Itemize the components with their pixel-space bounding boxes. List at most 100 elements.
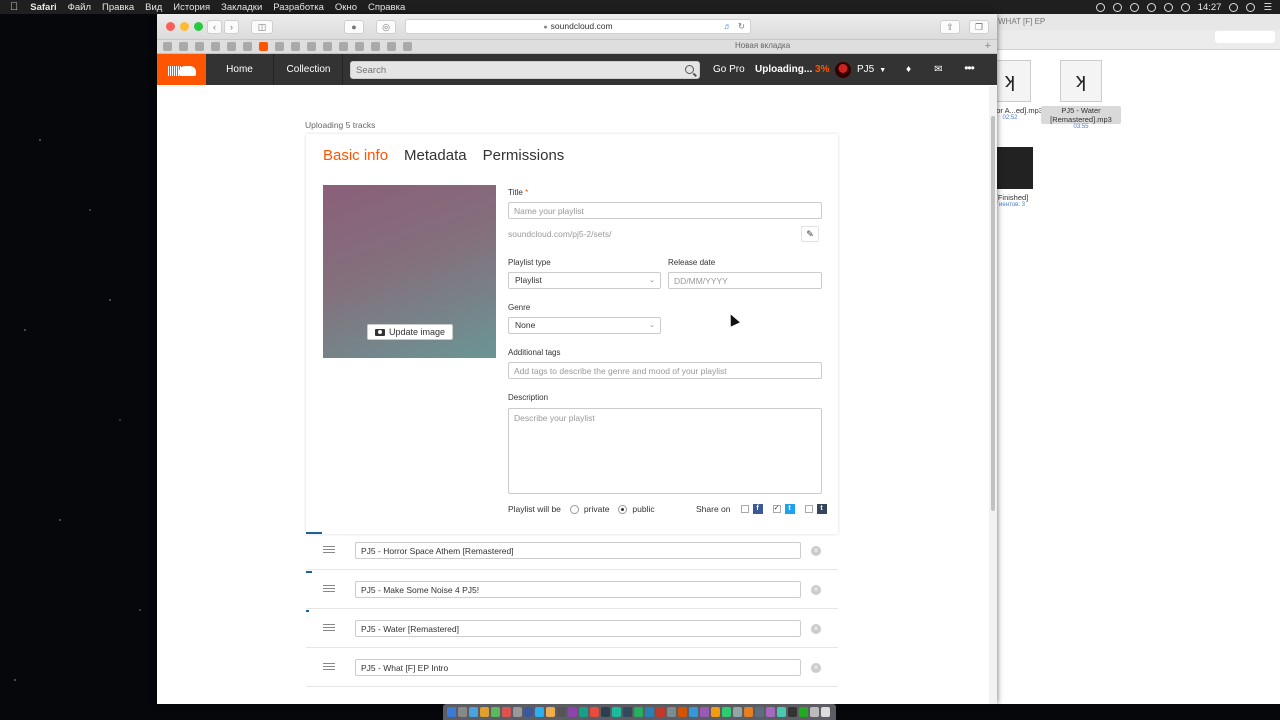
track-title-input[interactable] [355,581,801,598]
go-pro-link[interactable]: Go Pro [713,54,745,85]
menu-clock[interactable]: 14:27 [1198,2,1222,13]
flag-icon[interactable] [1163,2,1173,12]
share-facebook-checkbox[interactable] [740,505,749,513]
edit-permalink-pencil-icon[interactable]: ✎ [801,226,819,242]
private-radio[interactable] [569,504,579,514]
dock-app-icon[interactable] [656,707,665,717]
notification-center-icon[interactable]: ☰ [1263,2,1272,13]
favorite-b-icon[interactable] [355,42,364,51]
dock-trash-icon[interactable] [821,707,830,717]
dock-app-icon[interactable] [546,707,555,717]
remove-track-icon[interactable]: × [811,624,821,634]
favorite-twitter-icon[interactable] [195,42,204,51]
forward-button[interactable]: › [224,20,239,34]
remove-track-icon[interactable]: × [811,585,821,595]
dock-launchpad-icon[interactable] [458,707,467,717]
public-radio[interactable] [618,504,628,514]
favorite-facebook-icon[interactable] [227,42,236,51]
drag-handle-icon[interactable] [323,585,335,592]
record-icon[interactable] [1095,2,1105,12]
tabs-overview-button[interactable]: ❐ [969,20,989,34]
dock-app-icon[interactable] [634,707,643,717]
nav-home[interactable]: Home [206,54,274,85]
finder-file-item[interactable]: ʞ PJ5 - Water [Remastered].mp3 03:55 [1041,60,1121,130]
track-title-input[interactable] [355,542,801,559]
public-radio-label[interactable]: public [632,504,654,514]
dock-app-icon[interactable] [700,707,709,717]
favorite-g-icon[interactable] [307,42,316,51]
track-title-input[interactable] [355,620,801,637]
dock-app-icon[interactable] [612,707,621,717]
favorite-instagram-icon[interactable] [211,42,220,51]
favorite-vk-icon[interactable] [163,42,172,51]
upload-status[interactable]: Uploading... 3% [755,54,829,85]
new-tab-plus-icon[interactable]: + [985,40,991,52]
dock-app-icon[interactable] [502,707,511,717]
reload-icon[interactable]: ↻ [738,20,745,33]
scrollbar-thumb[interactable] [991,116,995,511]
close-window-icon[interactable] [166,22,175,31]
description-textarea[interactable] [508,408,822,494]
dock-safari-icon[interactable] [469,707,478,717]
menu-edit[interactable]: Правка [102,2,134,13]
dock-app-icon[interactable] [513,707,522,717]
update-image-button[interactable]: Update image [367,324,453,340]
favorite-l-icon[interactable] [339,42,348,51]
menu-history[interactable]: История [173,2,210,13]
nav-collection[interactable]: Collection [275,54,343,85]
page-scrollbar[interactable] [989,86,997,704]
dock-app-icon[interactable] [766,707,775,717]
dock-app-icon[interactable] [568,707,577,717]
dock-app-icon[interactable] [711,707,720,717]
menu-file[interactable]: Файл [68,2,91,13]
menu-view[interactable]: Вид [145,2,162,13]
dock-app-icon[interactable] [744,707,753,717]
dock-app-icon[interactable] [579,707,588,717]
dock-app-icon[interactable] [777,707,786,717]
dock-app-icon[interactable] [645,707,654,717]
favorite-s-icon[interactable] [371,42,380,51]
audio-playing-icon[interactable]: ♬ [724,20,733,33]
favorite-vk-icon[interactable] [179,42,188,51]
dock-app-icon[interactable] [755,707,764,717]
adblock-extension-button[interactable]: ◎ [376,20,396,34]
remove-track-icon[interactable]: × [811,663,821,673]
dock-app-icon[interactable] [557,707,566,717]
share-twitter-checkbox[interactable]: ✓ [772,505,781,513]
drag-handle-icon[interactable] [323,624,335,631]
playlist-type-select[interactable]: Playlist ⌄ [508,272,661,289]
dock-app-icon[interactable] [667,707,676,717]
zoom-window-icon[interactable] [194,22,203,31]
tab-basic-info[interactable]: Basic info [323,147,388,164]
search-input[interactable] [351,62,671,78]
track-title-input[interactable] [355,659,801,676]
favorite-vk-icon[interactable] [323,42,332,51]
extension-mic-button[interactable]: ● [344,20,364,34]
finder-search-field[interactable] [1215,31,1275,43]
dock-downloads-icon[interactable] [810,707,819,717]
favorite-b-icon[interactable] [275,42,284,51]
dock-app-icon[interactable] [491,707,500,717]
tab-new-tab[interactable]: Новая вкладка [735,41,790,50]
favorite-soundcloud-icon[interactable] [259,42,268,51]
dock-app-icon[interactable] [788,707,797,717]
siri-icon[interactable] [1229,2,1239,12]
dock-app-icon[interactable] [623,707,632,717]
address-bar[interactable]: ● soundcloud.com ♬ ↻ [405,19,751,34]
dock-app-icon[interactable] [689,707,698,717]
dock-finder-icon[interactable] [447,707,456,717]
soundcloud-logo[interactable] [157,54,206,85]
back-button[interactable]: ‹ [207,20,222,34]
spotlight-icon[interactable] [1246,2,1256,12]
dock-app-icon[interactable] [590,707,599,717]
title-input[interactable] [508,202,822,219]
dock-app-icon[interactable] [799,707,808,717]
dropbox-icon[interactable] [1112,2,1122,12]
tags-input[interactable] [508,362,822,379]
dock-app-icon[interactable] [524,707,533,717]
drag-handle-icon[interactable] [323,546,335,553]
favorite-vk-icon[interactable] [387,42,396,51]
notifications-bell-icon[interactable]: ♦ [903,64,914,75]
dock-app-icon[interactable] [480,707,489,717]
tab-permissions[interactable]: Permissions [483,147,565,164]
